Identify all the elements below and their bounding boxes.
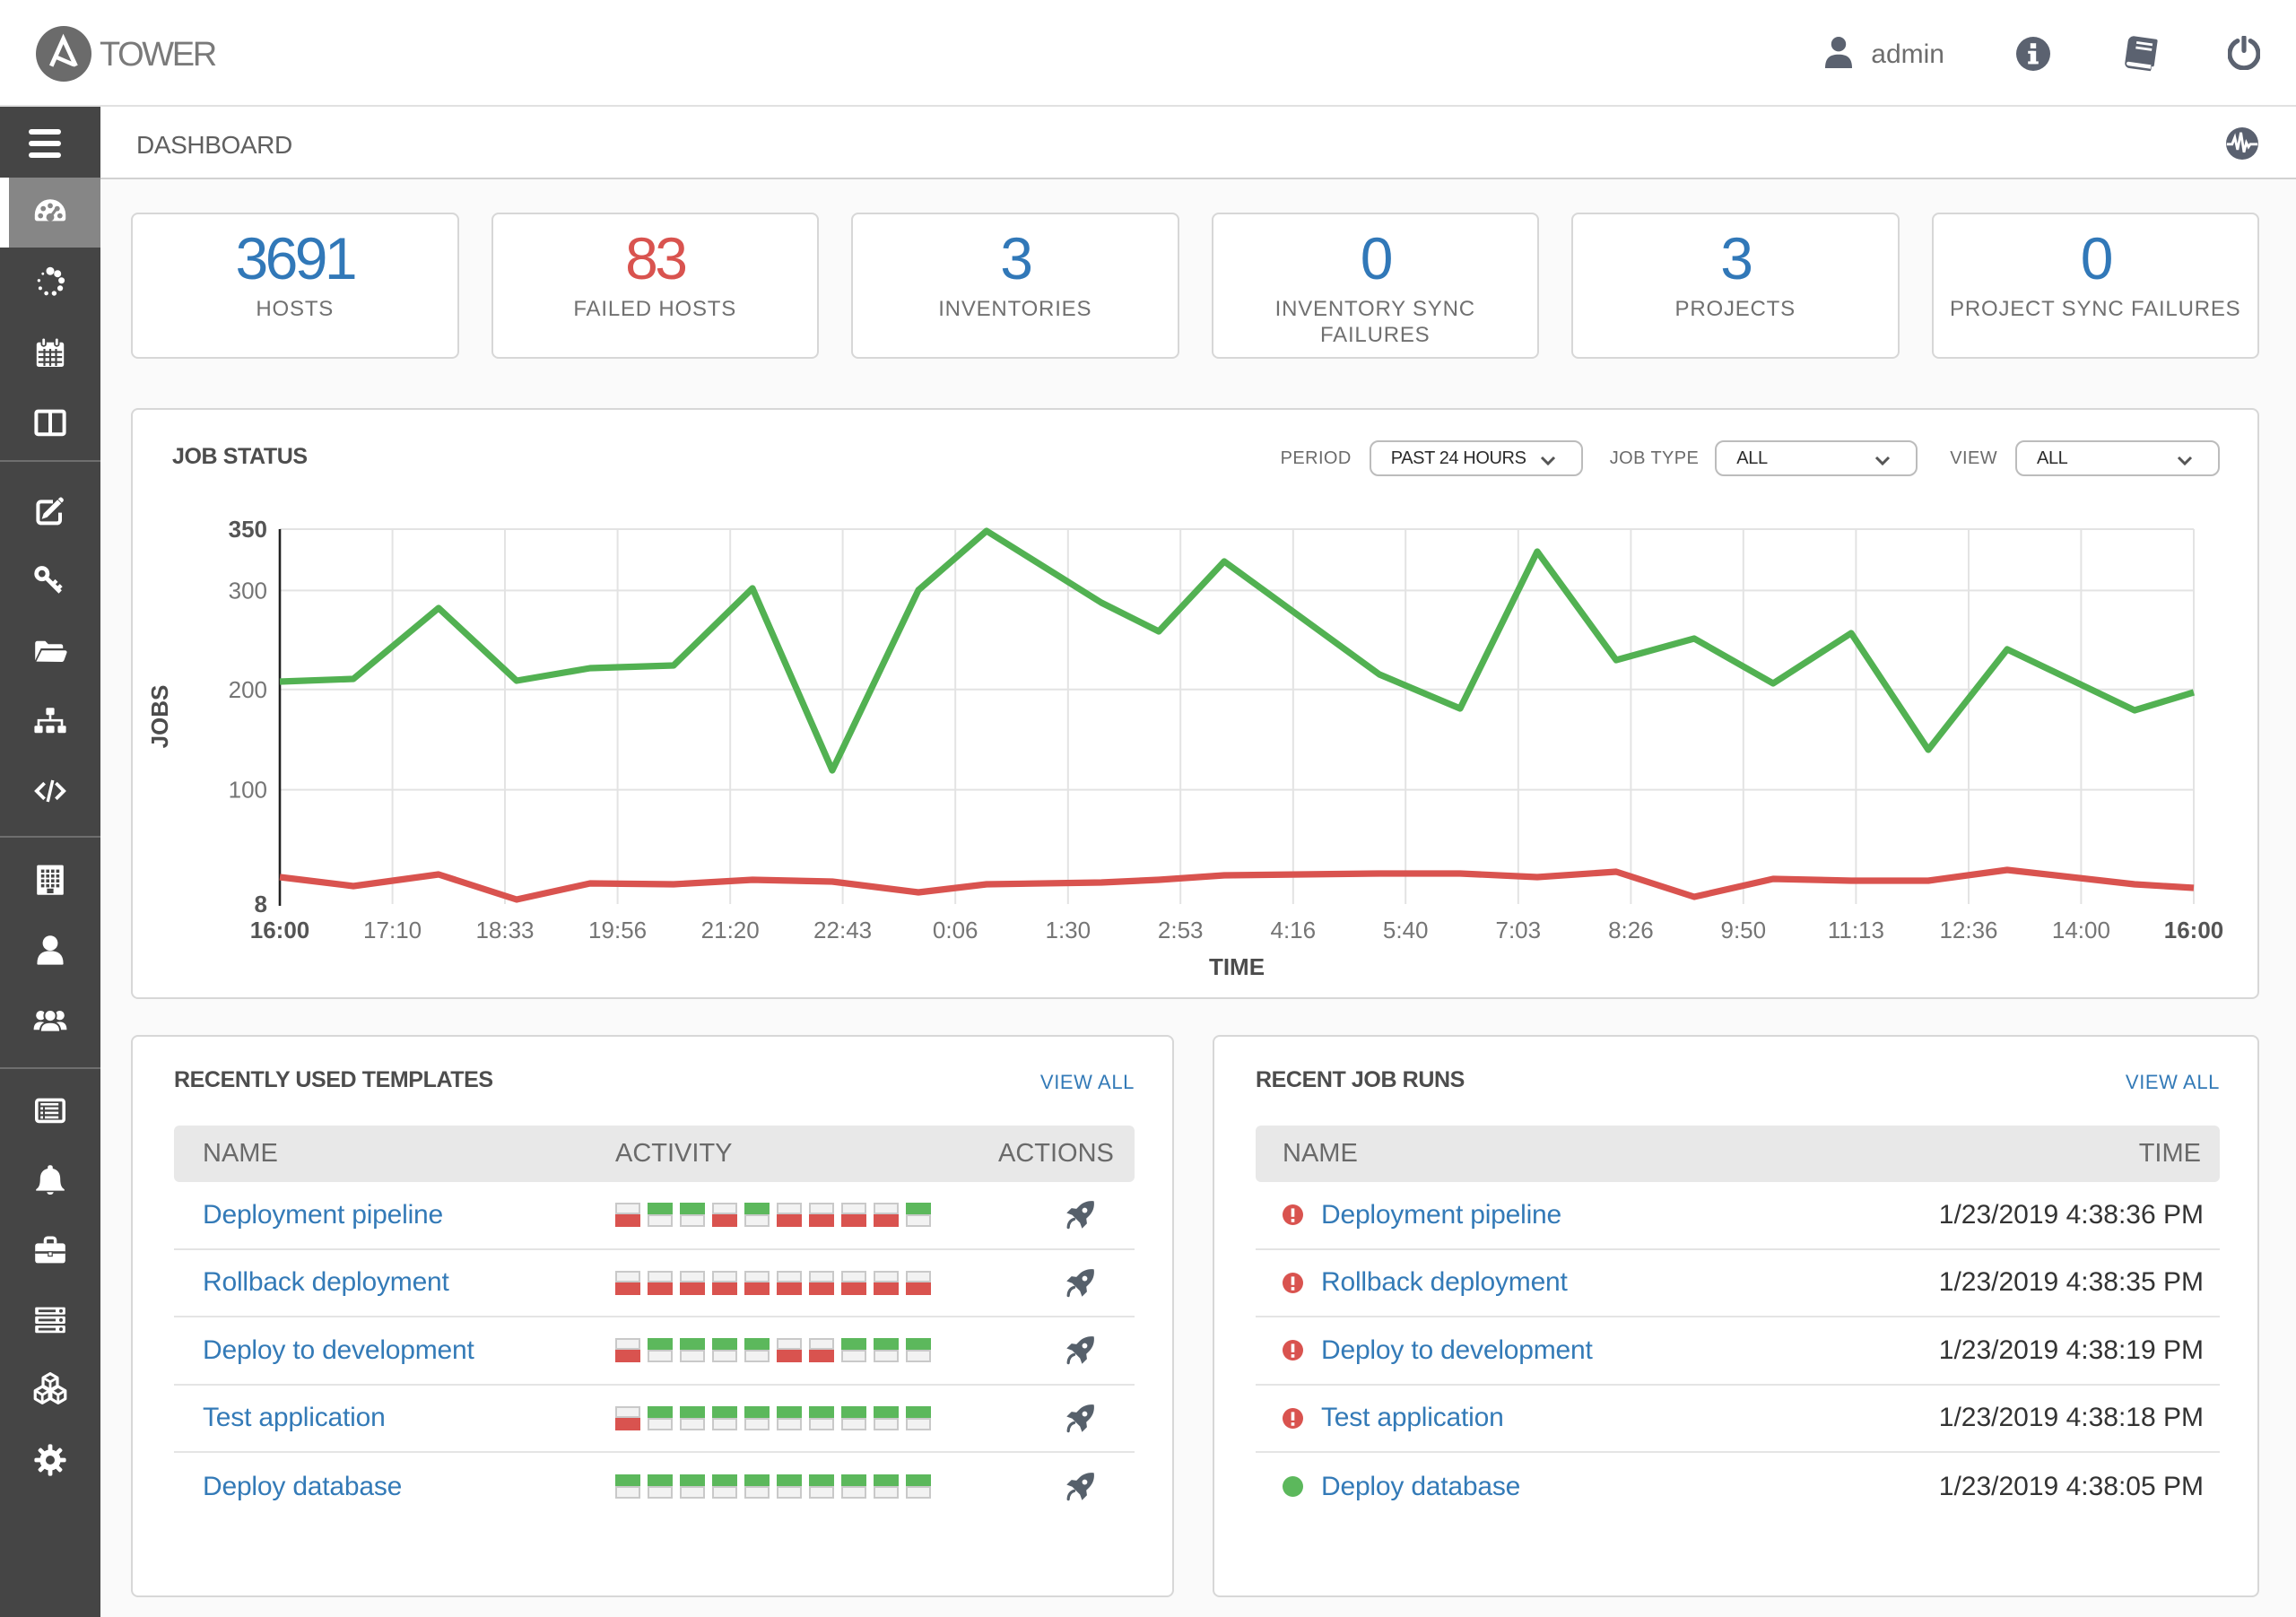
svg-text:0:06: 0:06	[933, 917, 978, 943]
svg-text:JOBS: JOBS	[146, 685, 173, 749]
svg-text:100: 100	[229, 777, 267, 804]
svg-text:5:40: 5:40	[1383, 917, 1429, 943]
svg-text:21:20: 21:20	[701, 917, 760, 943]
svg-text:16:00: 16:00	[250, 917, 310, 943]
svg-text:17:10: 17:10	[363, 917, 422, 943]
svg-text:7:03: 7:03	[1495, 917, 1541, 943]
svg-text:2:53: 2:53	[1158, 917, 1204, 943]
svg-text:11:13: 11:13	[1828, 917, 1884, 943]
svg-text:8:26: 8:26	[1608, 917, 1654, 943]
svg-text:350: 350	[229, 516, 267, 543]
svg-text:22:43: 22:43	[813, 917, 872, 943]
svg-text:TIME: TIME	[1209, 953, 1265, 980]
svg-text:4:16: 4:16	[1270, 917, 1316, 943]
svg-text:1:30: 1:30	[1045, 917, 1091, 943]
svg-text:8: 8	[255, 891, 267, 917]
svg-text:300: 300	[229, 577, 267, 604]
svg-text:14:00: 14:00	[2052, 917, 2110, 943]
svg-text:18:33: 18:33	[475, 917, 534, 943]
svg-text:200: 200	[229, 676, 267, 703]
svg-text:12:36: 12:36	[1939, 917, 1997, 943]
svg-text:19:56: 19:56	[588, 917, 647, 943]
svg-text:9:50: 9:50	[1720, 917, 1766, 943]
svg-text:16:00: 16:00	[2164, 917, 2224, 943]
